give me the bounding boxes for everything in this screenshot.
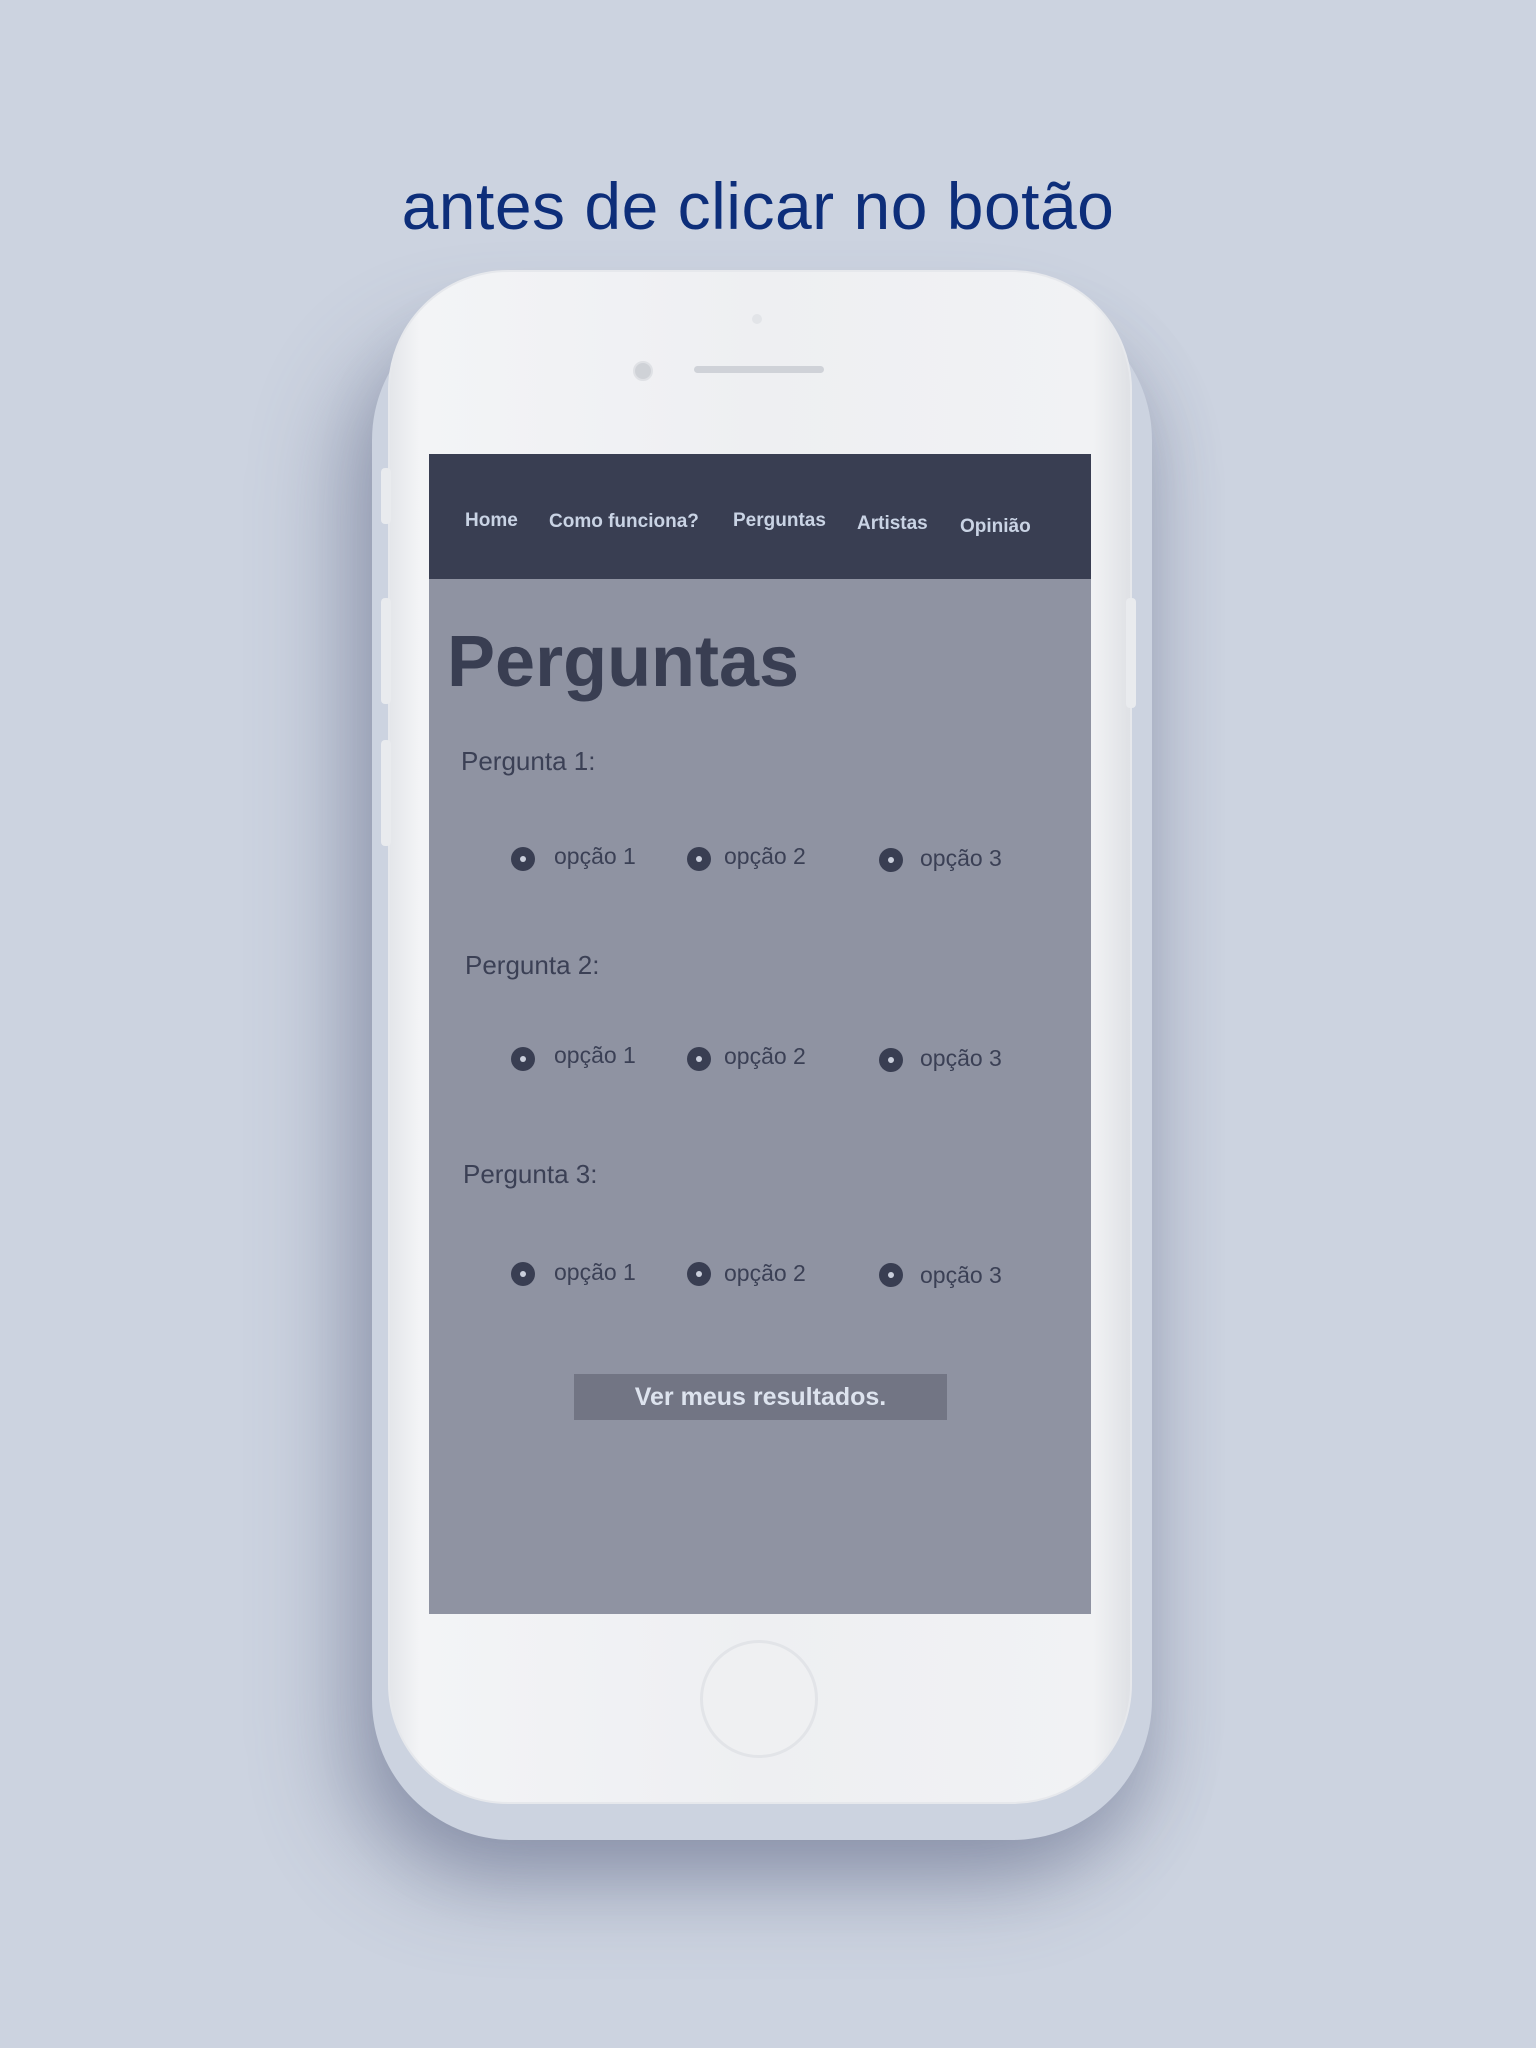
nav-item-como-funciona[interactable]: Como funciona? bbox=[549, 511, 699, 533]
nav-item-home[interactable]: Home bbox=[465, 510, 518, 532]
question-1-label: Pergunta 1: bbox=[461, 746, 596, 776]
phone-sensor bbox=[752, 314, 762, 324]
question-2-option-1-radio[interactable] bbox=[511, 1047, 535, 1071]
question-2-label: Pergunta 2: bbox=[465, 950, 600, 980]
question-2-option-2-radio[interactable] bbox=[687, 1047, 711, 1071]
question-1-option-1-radio[interactable] bbox=[511, 847, 535, 871]
question-3-option-1-radio[interactable] bbox=[511, 1262, 535, 1286]
question-3-option-3-label[interactable]: opção 3 bbox=[920, 1262, 1002, 1289]
see-results-button[interactable]: Ver meus resultados. bbox=[574, 1374, 947, 1420]
question-2-option-3-radio[interactable] bbox=[879, 1048, 903, 1072]
nav-item-perguntas[interactable]: Perguntas bbox=[733, 510, 826, 532]
phone-power-button bbox=[1126, 598, 1136, 708]
phone-speaker bbox=[694, 366, 824, 373]
question-3-option-1-label[interactable]: opção 1 bbox=[554, 1259, 636, 1286]
question-1-option-2-radio[interactable] bbox=[687, 847, 711, 871]
question-2-option-2-label[interactable]: opção 2 bbox=[724, 1043, 806, 1070]
slide-caption: antes de clicar no botão bbox=[401, 169, 1115, 243]
question-3-option-2-radio[interactable] bbox=[687, 1262, 711, 1286]
question-2-option-1-label[interactable]: opção 1 bbox=[554, 1042, 636, 1069]
question-3-label: Pergunta 3: bbox=[463, 1159, 598, 1189]
question-1-option-1-label[interactable]: opção 1 bbox=[554, 843, 636, 870]
question-1-option-3-radio[interactable] bbox=[879, 848, 903, 872]
question-1-option-2-label[interactable]: opção 2 bbox=[724, 843, 806, 870]
nav-item-opiniao[interactable]: Opinião bbox=[960, 516, 1031, 538]
nav-item-artistas[interactable]: Artistas bbox=[857, 513, 928, 535]
phone-side-button bbox=[381, 468, 391, 524]
question-3-option-3-radio[interactable] bbox=[879, 1263, 903, 1287]
top-navbar: Home Como funciona? Perguntas Artistas O… bbox=[429, 454, 1091, 579]
question-1-option-3-label[interactable]: opção 3 bbox=[920, 845, 1002, 872]
front-camera-icon bbox=[633, 361, 653, 381]
phone-home-button[interactable] bbox=[700, 1640, 818, 1758]
phone-screen: Home Como funciona? Perguntas Artistas O… bbox=[429, 454, 1091, 1614]
page-title: Perguntas bbox=[447, 622, 800, 702]
question-3-option-2-label[interactable]: opção 2 bbox=[724, 1260, 806, 1287]
phone-volume-down-button bbox=[381, 740, 391, 846]
phone-volume-up-button bbox=[381, 598, 391, 704]
question-2-option-3-label[interactable]: opção 3 bbox=[920, 1045, 1002, 1072]
